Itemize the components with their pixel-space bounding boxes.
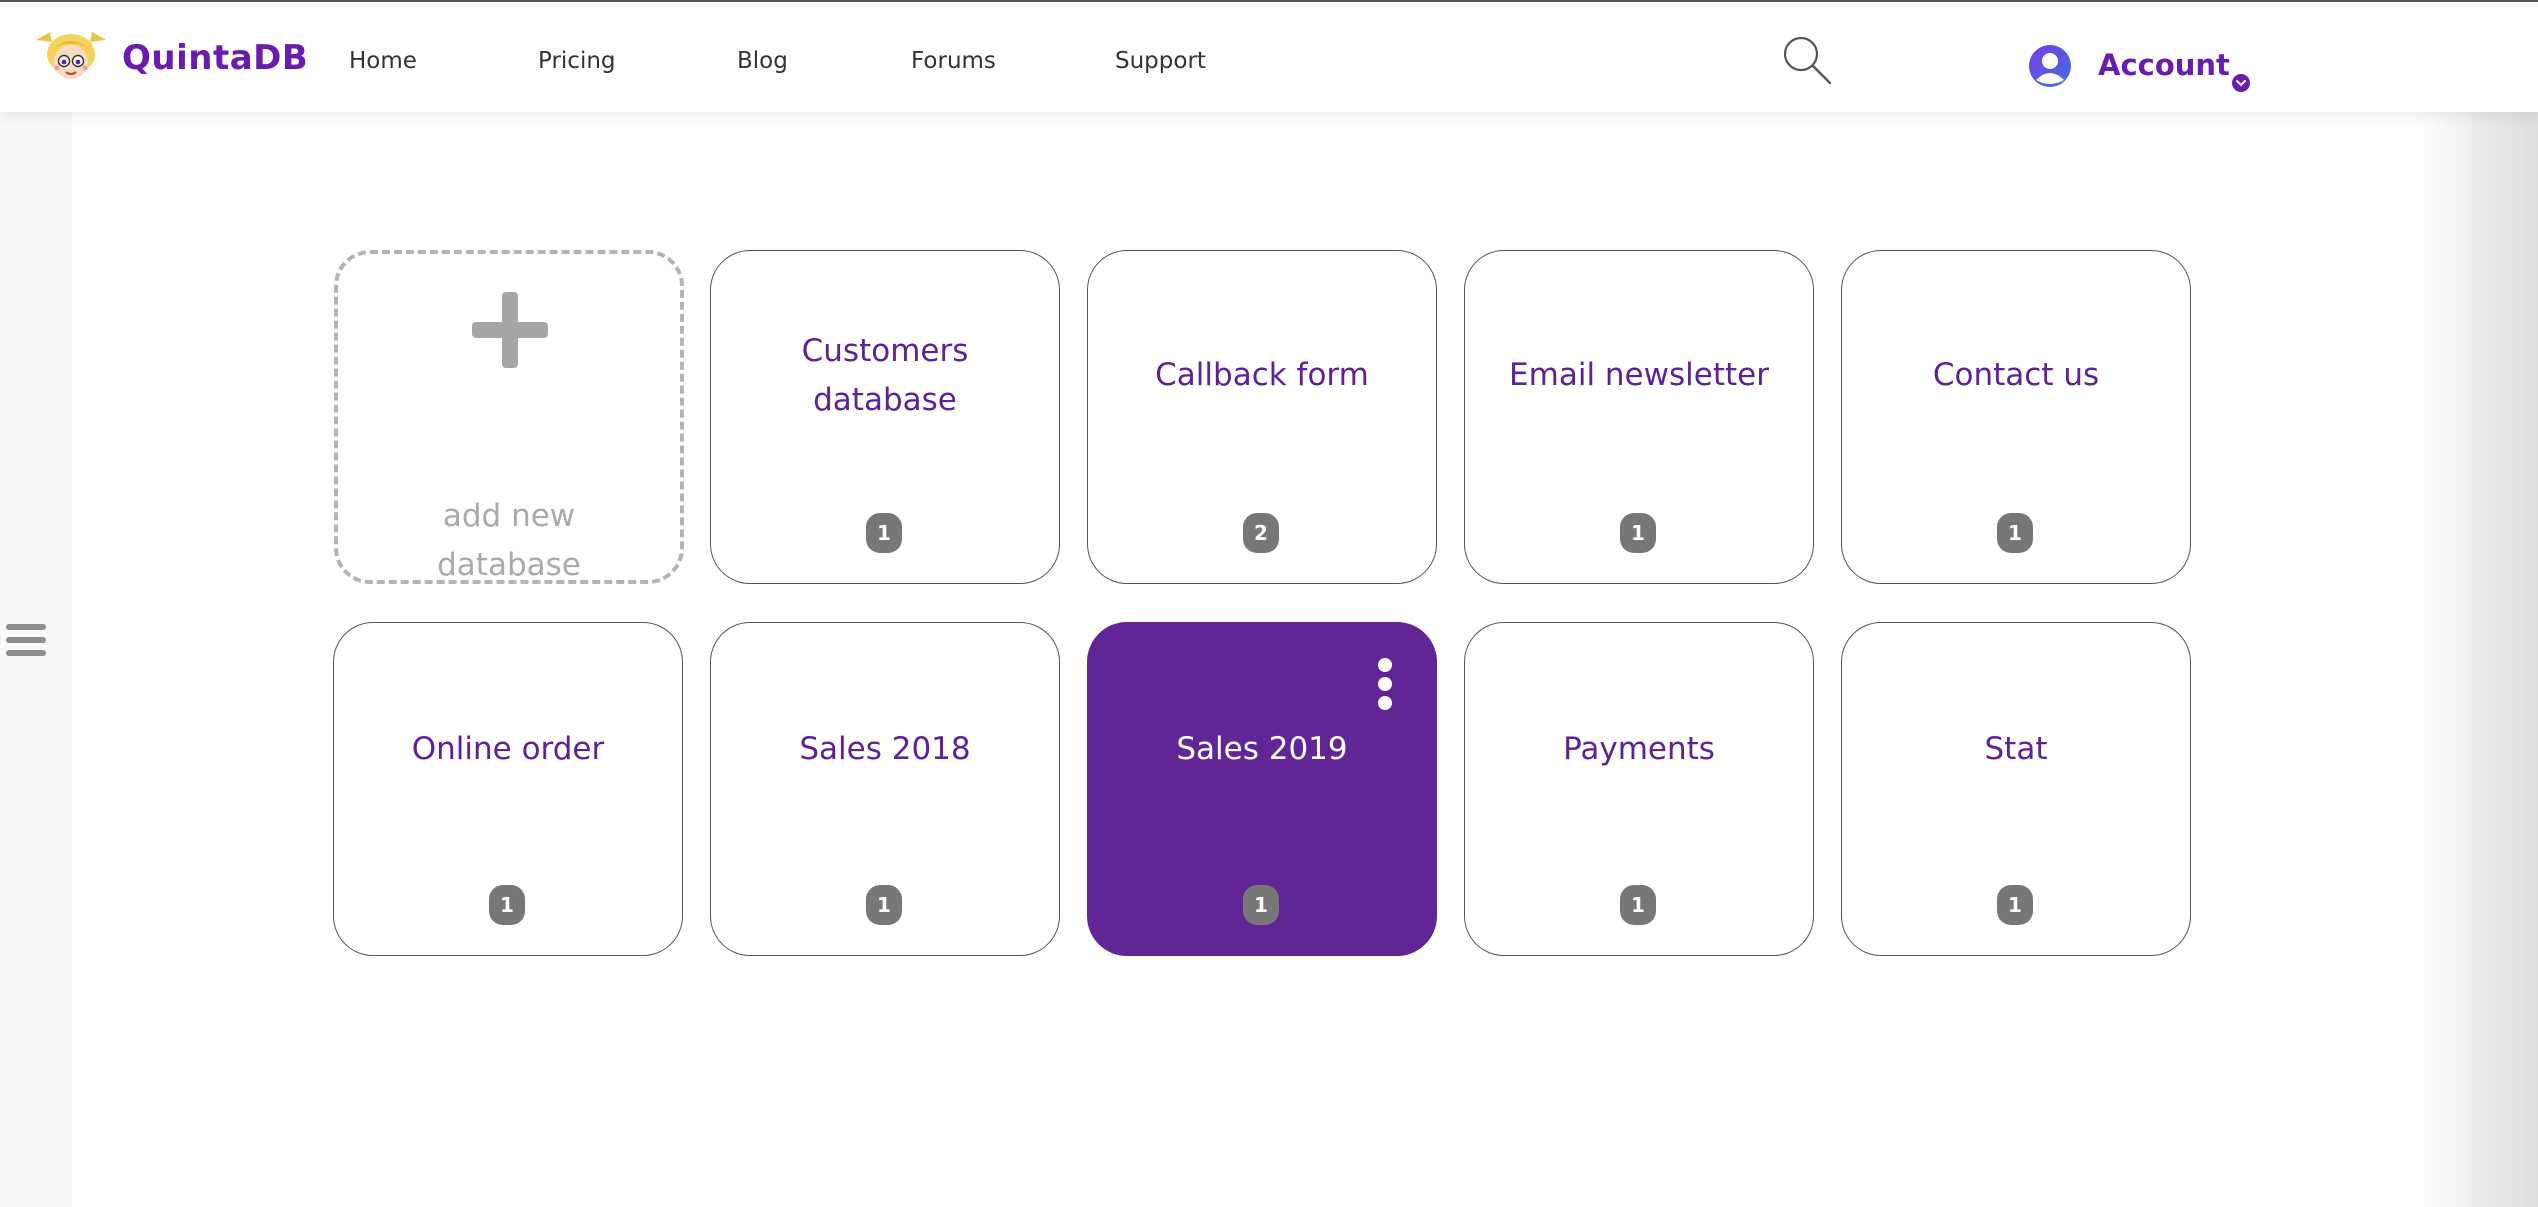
top-navbar: QuintaDB Home Pricing Blog Forums Suppor…: [0, 0, 2538, 112]
cartoon-girl-logo[interactable]: [30, 28, 112, 82]
add-database-tile[interactable]: add new database: [334, 250, 684, 584]
database-tile-callback-form[interactable]: Callback form 2: [1087, 250, 1437, 584]
right-edge-shade: [2418, 110, 2538, 1207]
database-tile-payments[interactable]: Payments 1: [1464, 622, 1814, 956]
database-tile-email-newsletter[interactable]: Email newsletter 1: [1464, 250, 1814, 584]
record-count-badge: 2: [1243, 513, 1279, 553]
add-label-line2: database: [437, 547, 581, 583]
tile-title: Email newsletter: [1509, 357, 1769, 393]
kebab-menu-icon[interactable]: [1376, 657, 1394, 711]
tile-title: Customers database: [721, 327, 1049, 425]
database-tile-customers[interactable]: Customers database 1: [710, 250, 1060, 584]
nav-pricing[interactable]: Pricing: [538, 48, 616, 74]
record-count-badge: 1: [1620, 885, 1656, 925]
brand-name[interactable]: QuintaDB: [122, 38, 308, 78]
page: QuintaDB Home Pricing Blog Forums Suppor…: [0, 0, 2538, 1207]
tile-title: Payments: [1563, 731, 1715, 767]
record-count-badge: 1: [1997, 513, 2033, 553]
search-icon[interactable]: [1780, 34, 1834, 86]
tile-title: Callback form: [1155, 357, 1369, 393]
database-tile-sales-2018[interactable]: Sales 2018 1: [710, 622, 1060, 956]
user-avatar-icon[interactable]: [2028, 44, 2072, 88]
tile-title: Contact us: [1932, 357, 2100, 393]
record-count-badge: 1: [866, 885, 902, 925]
add-label-line1: add new: [442, 498, 576, 534]
tile-title: Sales 2018: [799, 731, 971, 767]
record-count-badge: 1: [489, 885, 525, 925]
record-count-badge: 1: [1243, 885, 1279, 925]
tile-title: Online order: [411, 731, 605, 767]
record-count-badge: 1: [1997, 885, 2033, 925]
nav-support[interactable]: Support: [1115, 48, 1206, 74]
record-count-badge: 1: [866, 513, 902, 553]
tile-title-line1: Customers: [801, 333, 969, 369]
database-tile-online-order[interactable]: Online order 1: [333, 622, 683, 956]
tile-title: Sales 2019: [1176, 731, 1348, 767]
nav-home[interactable]: Home: [349, 48, 417, 74]
tile-title: Stat: [1984, 731, 2048, 767]
hamburger-menu-icon[interactable]: [6, 622, 46, 658]
nav-forums[interactable]: Forums: [911, 48, 996, 74]
account-menu[interactable]: Account: [2098, 48, 2230, 82]
database-tile-sales-2019[interactable]: Sales 2019 1: [1087, 622, 1437, 956]
record-count-badge: 1: [1620, 513, 1656, 553]
nav-blog[interactable]: Blog: [737, 48, 788, 74]
tile-title-line2: database: [813, 382, 957, 418]
chevron-down-icon[interactable]: [2232, 74, 2250, 92]
plus-icon: [472, 292, 548, 368]
database-tile-stat[interactable]: Stat 1: [1841, 622, 2191, 956]
add-database-label: add new database: [358, 492, 660, 590]
database-tile-contact-us[interactable]: Contact us 1: [1841, 250, 2191, 584]
